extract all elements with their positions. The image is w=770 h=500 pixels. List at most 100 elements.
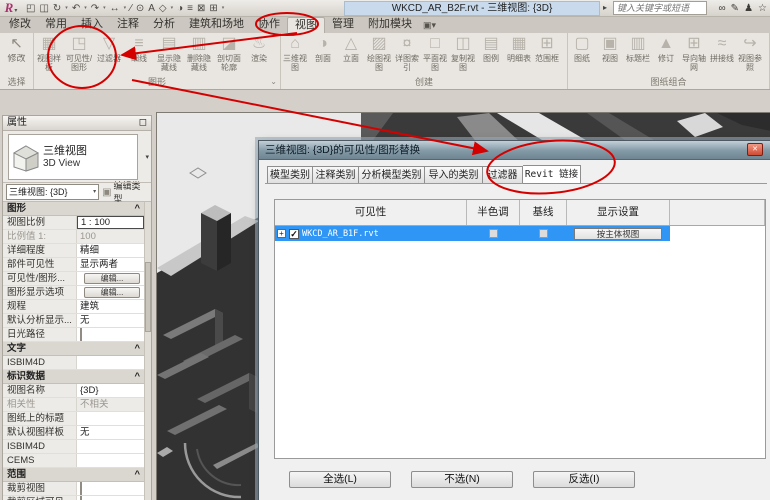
- remove-hidden-lines-button[interactable]: ▥删除隐藏线: [184, 34, 214, 73]
- scrollbar-thumb[interactable]: [145, 262, 151, 332]
- edit-graphic-display-button[interactable]: 编辑...: [84, 287, 140, 298]
- text-icon[interactable]: A: [148, 1, 155, 16]
- matchline-button[interactable]: ≈拼接线: [708, 34, 736, 73]
- revisions-button[interactable]: ▲修订: [652, 34, 680, 73]
- tab-addins[interactable]: 附加模块: [361, 17, 419, 33]
- guide-grid-button[interactable]: ⊞导向轴网: [680, 34, 708, 73]
- title-expand-icon[interactable]: ▸: [603, 3, 607, 12]
- filters-button[interactable]: ▽过滤器: [94, 34, 124, 73]
- select-none-button[interactable]: 不选(N): [411, 471, 513, 488]
- close-icon[interactable]: ✕: [747, 143, 763, 156]
- default-3d-view-icon[interactable]: ◇: [159, 1, 167, 16]
- view-templates-button[interactable]: ▦视图样板: [34, 34, 64, 73]
- chevron-down-icon[interactable]: ▾: [222, 5, 225, 11]
- visibility-graphics-button[interactable]: ◳可见性/图形: [64, 34, 94, 73]
- subscription-pen-icon[interactable]: ✎: [731, 1, 739, 16]
- properties-header[interactable]: 属性◻: [3, 116, 151, 131]
- 3d-view-button[interactable]: ⌂三维视图: [281, 34, 309, 73]
- ribbon-state-icon[interactable]: ▣: [423, 20, 432, 31]
- save-icon[interactable]: ◫: [39, 1, 48, 16]
- section-text[interactable]: 文字^: [3, 342, 144, 356]
- tab-analyze[interactable]: 分析: [146, 17, 182, 33]
- modify-button[interactable]: ↖修改: [0, 34, 33, 66]
- property-row-discipline[interactable]: 规程建筑: [3, 300, 144, 314]
- tab-architecture-site[interactable]: 建筑和场地: [182, 17, 251, 33]
- chevron-down-icon[interactable]: ▾: [124, 5, 127, 11]
- sheet-button[interactable]: ▢图纸: [568, 34, 596, 73]
- redo-icon[interactable]: ↷: [91, 1, 99, 16]
- view-button[interactable]: ▣视图: [596, 34, 624, 73]
- crop-region-visible-checkbox[interactable]: [80, 496, 82, 500]
- halftone-checkbox[interactable]: [489, 229, 498, 238]
- callout-button[interactable]: ¤详图索引: [393, 34, 421, 73]
- chevron-down-icon[interactable]: ▾: [145, 153, 149, 161]
- palette-options-icon[interactable]: ◻: [139, 116, 147, 130]
- chevron-down-icon[interactable]: ▾: [103, 5, 106, 11]
- show-hidden-lines-button[interactable]: ▤显示隐藏线: [154, 34, 184, 73]
- tab-imported-categories[interactable]: 导入的类别: [425, 166, 483, 184]
- tab-annotate[interactable]: 注释: [110, 17, 146, 33]
- section-identity-data[interactable]: 标识数据^: [3, 370, 144, 384]
- type-selector[interactable]: 三维视图3D View ▾: [3, 131, 151, 183]
- plan-views-button[interactable]: □平面视图: [421, 34, 449, 73]
- communication-center-icon[interactable]: ♟: [744, 1, 753, 16]
- view-reference-button[interactable]: ↪视图参照: [736, 34, 764, 73]
- chevron-down-icon[interactable]: ▾: [171, 5, 174, 11]
- search-input[interactable]: [613, 1, 707, 15]
- property-row-cems[interactable]: CEMS: [3, 454, 144, 468]
- tag-icon[interactable]: ⊙: [136, 1, 144, 16]
- render-button[interactable]: ♨渲染: [244, 34, 274, 73]
- invert-selection-button[interactable]: 反选(I): [533, 471, 635, 488]
- link-visibility-checkbox[interactable]: ✓: [289, 229, 299, 239]
- sync-icon[interactable]: ↻: [53, 1, 61, 16]
- edit-visibility-graphics-button[interactable]: 编辑...: [84, 273, 140, 284]
- drafting-view-button[interactable]: ▨绘图视图: [365, 34, 393, 73]
- chevron-down-icon[interactable]: ▾: [65, 5, 68, 11]
- thin-lines-icon[interactable]: ≡: [187, 1, 193, 16]
- property-row-parts-visibility[interactable]: 部件可见性显示两者: [3, 258, 144, 272]
- duplicate-view-button[interactable]: ◫复制视图: [449, 34, 477, 73]
- property-row-isbim4d-text[interactable]: ISBIM4D: [3, 356, 144, 370]
- tab-analytical-model-categories[interactable]: 分析模型类别: [359, 166, 425, 184]
- close-hidden-windows-icon[interactable]: ⊠: [197, 1, 205, 16]
- app-menu-button[interactable]: R▾: [0, 0, 22, 17]
- schedules-button[interactable]: ▦明细表: [505, 34, 533, 73]
- chevron-down-icon[interactable]: ▾: [432, 20, 437, 31]
- tab-view[interactable]: 视图: [287, 17, 325, 33]
- tab-revit-links[interactable]: Revit 链接: [523, 165, 581, 184]
- legends-button[interactable]: ▤图例: [477, 34, 505, 73]
- crop-view-checkbox[interactable]: [80, 482, 82, 495]
- link-row[interactable]: +✓WKCD_AR_B1F.rvt 按主体视图: [275, 226, 765, 241]
- tab-insert[interactable]: 插入: [74, 17, 110, 33]
- tab-annotation-categories[interactable]: 注释类别: [313, 166, 359, 184]
- view-instance-selector[interactable]: 三维视图: {3D}▾: [6, 184, 99, 200]
- tab-modify[interactable]: 修改: [2, 17, 38, 33]
- section-graphics[interactable]: 图形^: [3, 202, 144, 216]
- switch-windows-icon[interactable]: ⊞: [209, 1, 217, 16]
- palette-scrollbar[interactable]: [144, 202, 151, 500]
- property-row-title-on-sheet[interactable]: 图纸上的标题: [3, 412, 144, 426]
- undo-icon[interactable]: ↶: [72, 1, 80, 16]
- measure-icon[interactable]: ↔: [110, 1, 120, 16]
- tab-collaborate[interactable]: 协作: [251, 17, 287, 33]
- chevron-down-icon[interactable]: ▾: [84, 5, 87, 11]
- sun-path-checkbox[interactable]: [80, 328, 82, 341]
- favorites-star-icon[interactable]: ☆: [758, 1, 767, 16]
- underlay-checkbox[interactable]: [539, 229, 548, 238]
- tab-filters[interactable]: 过滤器: [483, 166, 523, 184]
- thin-lines-button[interactable]: ≡细线: [124, 34, 154, 73]
- cut-profile-button[interactable]: ◪剖切面轮廓: [214, 34, 244, 73]
- aligned-dimension-icon[interactable]: ∕: [130, 1, 132, 16]
- property-row-view-scale[interactable]: 视图比例1 : 100: [3, 216, 144, 230]
- select-all-button[interactable]: 全选(L): [289, 471, 391, 488]
- title-block-button[interactable]: ▥标题栏: [624, 34, 652, 73]
- section-icon[interactable]: ◑: [177, 1, 183, 16]
- display-settings-button[interactable]: 按主体视图: [574, 228, 662, 240]
- tab-model-categories[interactable]: 模型类别: [267, 166, 313, 184]
- property-row-default-view-template[interactable]: 默认视图样板无: [3, 426, 144, 440]
- tab-manage[interactable]: 管理: [325, 17, 361, 33]
- dialog-launcher-icon[interactable]: ⌄: [270, 76, 277, 88]
- search-binoculars-icon[interactable]: ∞: [719, 1, 726, 16]
- property-row-default-analysis-display[interactable]: 默认分析显示...无: [3, 314, 144, 328]
- property-row-detail-level[interactable]: 详细程度精细: [3, 244, 144, 258]
